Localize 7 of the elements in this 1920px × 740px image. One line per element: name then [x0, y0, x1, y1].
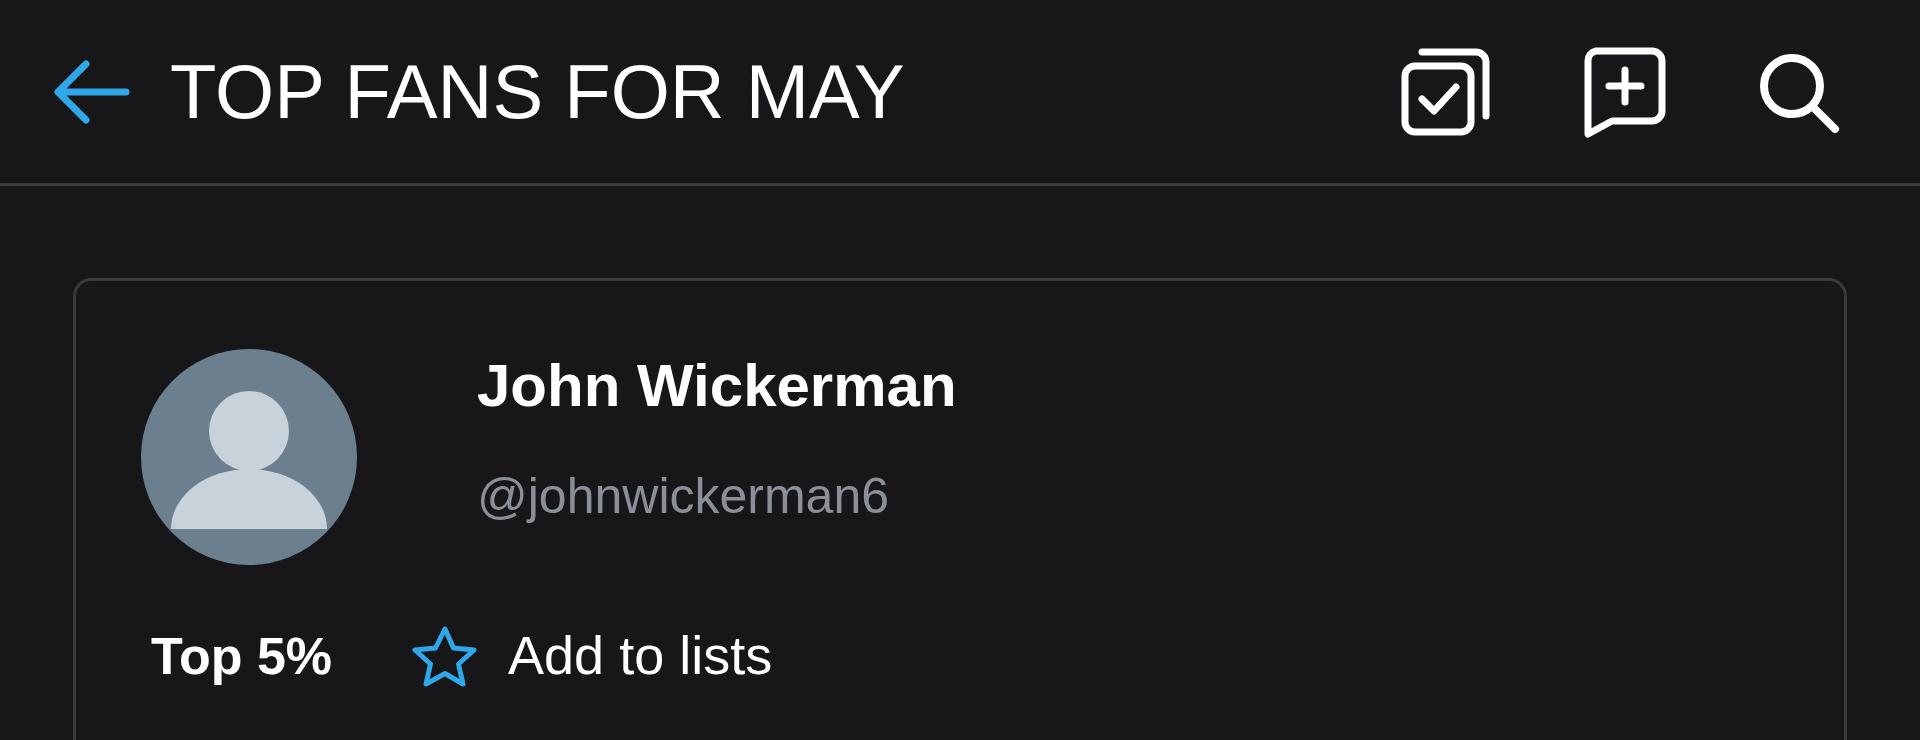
star-icon: [412, 624, 479, 687]
page-title: TOP FANS FOR MAY: [170, 53, 905, 130]
rank-label: Top 5%: [151, 625, 333, 687]
add-to-lists-button[interactable]: Add to lists: [412, 615, 773, 696]
fan-handle: @johnwickerman6: [477, 469, 891, 524]
add-message-icon[interactable]: [1582, 45, 1666, 138]
fan-name: John Wickerman: [477, 353, 957, 419]
